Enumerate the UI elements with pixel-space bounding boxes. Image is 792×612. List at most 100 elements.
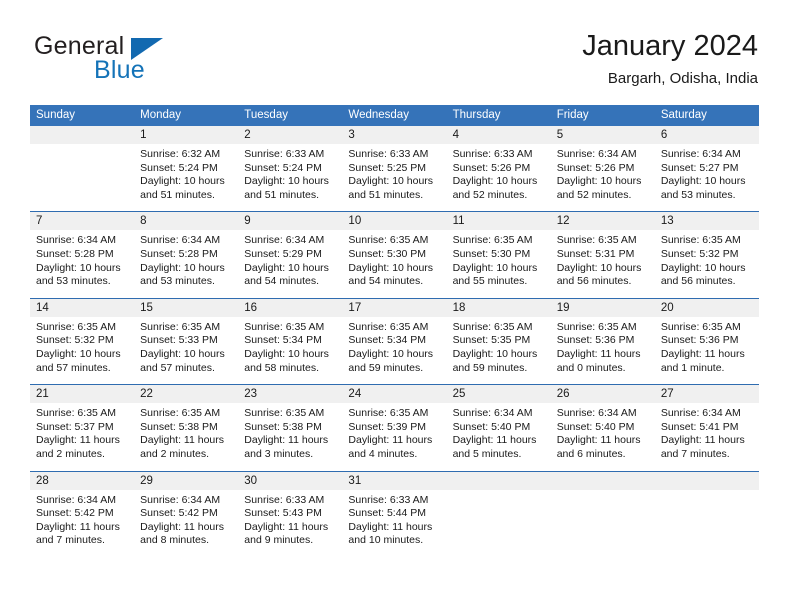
day-cell[interactable]: 6 Sunrise: 6:34 AM Sunset: 5:27 PM Daylight… <box>654 126 759 211</box>
day-cell[interactable]: 1 Sunrise: 6:32 AM Sunset: 5:24 PM Daylight… <box>134 126 239 211</box>
sunset-text: Sunset: 5:24 PM <box>244 161 322 174</box>
day-cell[interactable]: 31 Sunrise: 6:33 AM Sunset: 5:44 PM Dayligh… <box>342 471 447 557</box>
day-cell[interactable]: 12 Sunrise: 6:35 AM Sunset: 5:31 PM Dayligh… <box>550 212 655 297</box>
day-cell[interactable]: 22 Sunrise: 6:35 AM Sunset: 5:38 PM Dayligh… <box>134 385 239 470</box>
day-number: 6 <box>654 126 759 144</box>
day-sun-info: Sunrise: 6:34 AM Sunset: 5:28 PM Daylight:… <box>134 230 238 288</box>
day-cell[interactable]: 15 Sunrise: 6:35 AM Sunset: 5:33 PM Dayligh… <box>134 298 239 384</box>
daylight-text-line2: and 52 minutes. <box>556 188 632 201</box>
day-cell[interactable]: 24 Sunrise: 6:35 AM Sunset: 5:39 PM Dayligh… <box>342 385 447 470</box>
weekday-header-wednesday: Wednesday <box>348 109 409 121</box>
daylight-text-line1: Daylight: 11 hours <box>556 434 641 447</box>
day-number: 30 <box>238 471 343 490</box>
day-cell[interactable]: 25 Sunrise: 6:34 AM Sunset: 5:40 PM Dayligh… <box>446 385 551 470</box>
daylight-text-line2: and 58 minutes. <box>244 361 319 374</box>
daylight-text-line1: Daylight: 11 hours <box>244 520 329 533</box>
day-cell[interactable]: 27 Sunrise: 6:34 AM Sunset: 5:41 PM Dayligh… <box>654 385 759 470</box>
day-cell[interactable]: 7 Sunrise: 6:34 AM Sunset: 5:28 PM Daylight… <box>30 212 135 297</box>
page-header: General Blue January 2024 Bargarh, Odish… <box>34 28 758 98</box>
day-sun-info: Sunrise: 6:34 AM Sunset: 5:41 PM Daylight:… <box>655 403 759 461</box>
day-cell[interactable]: 14 Sunrise: 6:35 AM Sunset: 5:32 PM Dayligh… <box>30 298 135 384</box>
day-sun-info: Sunrise: 6:33 AM Sunset: 5:44 PM Daylight:… <box>342 490 446 548</box>
day-cell-empty <box>446 471 551 557</box>
day-cell[interactable]: 20 Sunrise: 6:35 AM Sunset: 5:36 PM Dayligh… <box>654 298 759 384</box>
day-cell[interactable]: 9 Sunrise: 6:34 AM Sunset: 5:29 PM Daylight… <box>238 212 343 297</box>
sunset-text: Sunset: 5:30 PM <box>452 247 531 260</box>
day-cell-empty <box>30 126 135 211</box>
sunrise-text: Sunrise: 6:35 AM <box>660 234 741 247</box>
day-sun-info: Sunrise: 6:35 AM Sunset: 5:31 PM Daylight:… <box>551 230 655 288</box>
day-cell[interactable]: 16 Sunrise: 6:35 AM Sunset: 5:34 PM Dayligh… <box>238 298 343 384</box>
sunset-text: Sunset: 5:36 PM <box>556 334 635 347</box>
day-number: 15 <box>134 298 239 317</box>
day-cell[interactable]: 11 Sunrise: 6:35 AM Sunset: 5:30 PM Dayligh… <box>446 212 551 297</box>
daylight-text-line2: and 54 minutes. <box>244 275 319 288</box>
weekday-header-saturday: Saturday <box>660 109 707 121</box>
sunrise-text: Sunrise: 6:35 AM <box>140 320 221 333</box>
weekday-header-tuesday: Tuesday <box>244 109 288 121</box>
sunset-text: Sunset: 5:38 PM <box>140 420 218 433</box>
day-cell[interactable]: 21 Sunrise: 6:35 AM Sunset: 5:37 PM Dayligh… <box>30 385 135 470</box>
sunrise-text: Sunrise: 6:33 AM <box>452 148 533 160</box>
day-cell[interactable]: 4 Sunrise: 6:33 AM Sunset: 5:26 PM Daylight… <box>446 126 551 211</box>
daylight-text-line2: and 3 minutes. <box>244 447 314 460</box>
day-cell[interactable]: 10 Sunrise: 6:35 AM Sunset: 5:30 PM Dayligh… <box>342 212 447 297</box>
weekday-header-sunday: Sunday <box>36 109 76 121</box>
daylight-text-line2: and 52 minutes. <box>452 188 528 201</box>
day-number: 3 <box>342 126 447 144</box>
day-sun-info: Sunrise: 6:33 AM Sunset: 5:25 PM Daylight:… <box>342 144 446 202</box>
day-cell[interactable]: 8 Sunrise: 6:34 AM Sunset: 5:28 PM Daylight… <box>134 212 239 297</box>
daylight-text-line1: Daylight: 11 hours <box>36 520 120 533</box>
day-number: 18 <box>446 298 551 317</box>
general-blue-logo[interactable]: General Blue <box>34 32 254 94</box>
daylight-text-line1: Daylight: 10 hours <box>452 175 538 188</box>
day-cell[interactable]: 30 Sunrise: 6:33 AM Sunset: 5:43 PM Dayligh… <box>238 471 343 557</box>
sunrise-text: Sunrise: 6:35 AM <box>452 234 533 247</box>
day-cell[interactable]: 19 Sunrise: 6:35 AM Sunset: 5:36 PM Dayligh… <box>550 298 655 384</box>
sunset-text: Sunset: 5:29 PM <box>244 247 322 260</box>
sunrise-text: Sunrise: 6:35 AM <box>36 320 116 333</box>
day-number: 23 <box>238 385 343 404</box>
sunrise-text: Sunrise: 6:33 AM <box>244 148 325 160</box>
daylight-text-line2: and 1 minute. <box>660 361 725 374</box>
sunset-text: Sunset: 5:38 PM <box>244 420 322 433</box>
day-number: 31 <box>342 471 447 490</box>
daylight-text-line1: Daylight: 10 hours <box>36 261 121 274</box>
daylight-text-line1: Daylight: 11 hours <box>660 347 745 360</box>
calendar-page: General Blue January 2024 Bargarh, Odish… <box>0 0 792 612</box>
sunset-text: Sunset: 5:37 PM <box>36 420 114 433</box>
day-cell[interactable]: 17 Sunrise: 6:35 AM Sunset: 5:34 PM Dayligh… <box>342 298 447 384</box>
sunrise-text: Sunrise: 6:34 AM <box>452 407 533 420</box>
sunset-text: Sunset: 5:32 PM <box>660 247 739 260</box>
calendar-week-row: 1 Sunrise: 6:32 AM Sunset: 5:24 PM Daylight… <box>30 126 759 211</box>
day-cell[interactable]: 26 Sunrise: 6:34 AM Sunset: 5:40 PM Dayligh… <box>550 385 655 470</box>
calendar-grid: Sunday Monday Tuesday Wednesday Thursday… <box>30 105 759 557</box>
sunrise-text: Sunrise: 6:34 AM <box>556 148 637 160</box>
daylight-text-line1: Daylight: 10 hours <box>140 261 225 274</box>
sunrise-text: Sunrise: 6:34 AM <box>36 493 116 506</box>
day-cell[interactable]: 28 Sunrise: 6:34 AM Sunset: 5:42 PM Dayligh… <box>30 471 135 557</box>
day-number: 21 <box>30 385 135 404</box>
day-cell[interactable]: 29 Sunrise: 6:34 AM Sunset: 5:42 PM Dayligh… <box>134 471 239 557</box>
day-number <box>30 126 135 144</box>
day-sun-info: Sunrise: 6:35 AM Sunset: 5:33 PM Daylight:… <box>134 317 238 375</box>
day-cell[interactable]: 13 Sunrise: 6:35 AM Sunset: 5:32 PM Dayligh… <box>654 212 759 297</box>
day-number: 7 <box>30 212 135 231</box>
day-number: 5 <box>550 126 655 144</box>
day-cell[interactable]: 18 Sunrise: 6:35 AM Sunset: 5:35 PM Dayligh… <box>446 298 551 384</box>
daylight-text-line1: Daylight: 11 hours <box>452 434 537 447</box>
sunset-text: Sunset: 5:41 PM <box>660 420 739 433</box>
day-cell[interactable]: 23 Sunrise: 6:35 AM Sunset: 5:38 PM Dayligh… <box>238 385 343 470</box>
day-number: 27 <box>654 385 759 404</box>
day-sun-info: Sunrise: 6:35 AM Sunset: 5:38 PM Daylight:… <box>238 403 342 461</box>
day-cell[interactable]: 3 Sunrise: 6:33 AM Sunset: 5:25 PM Daylight… <box>342 126 447 211</box>
day-number: 10 <box>342 212 447 231</box>
daylight-text-line1: Daylight: 11 hours <box>140 520 224 533</box>
daylight-text-line1: Daylight: 10 hours <box>140 347 225 360</box>
day-cell[interactable]: 2 Sunrise: 6:33 AM Sunset: 5:24 PM Daylight… <box>238 126 343 211</box>
day-number: 20 <box>654 298 759 317</box>
day-cell[interactable]: 5 Sunrise: 6:34 AM Sunset: 5:26 PM Daylight… <box>550 126 655 211</box>
sunrise-text: Sunrise: 6:32 AM <box>140 148 221 160</box>
day-sun-info: Sunrise: 6:35 AM Sunset: 5:39 PM Daylight:… <box>342 403 446 461</box>
sunrise-text: Sunrise: 6:35 AM <box>140 407 221 420</box>
